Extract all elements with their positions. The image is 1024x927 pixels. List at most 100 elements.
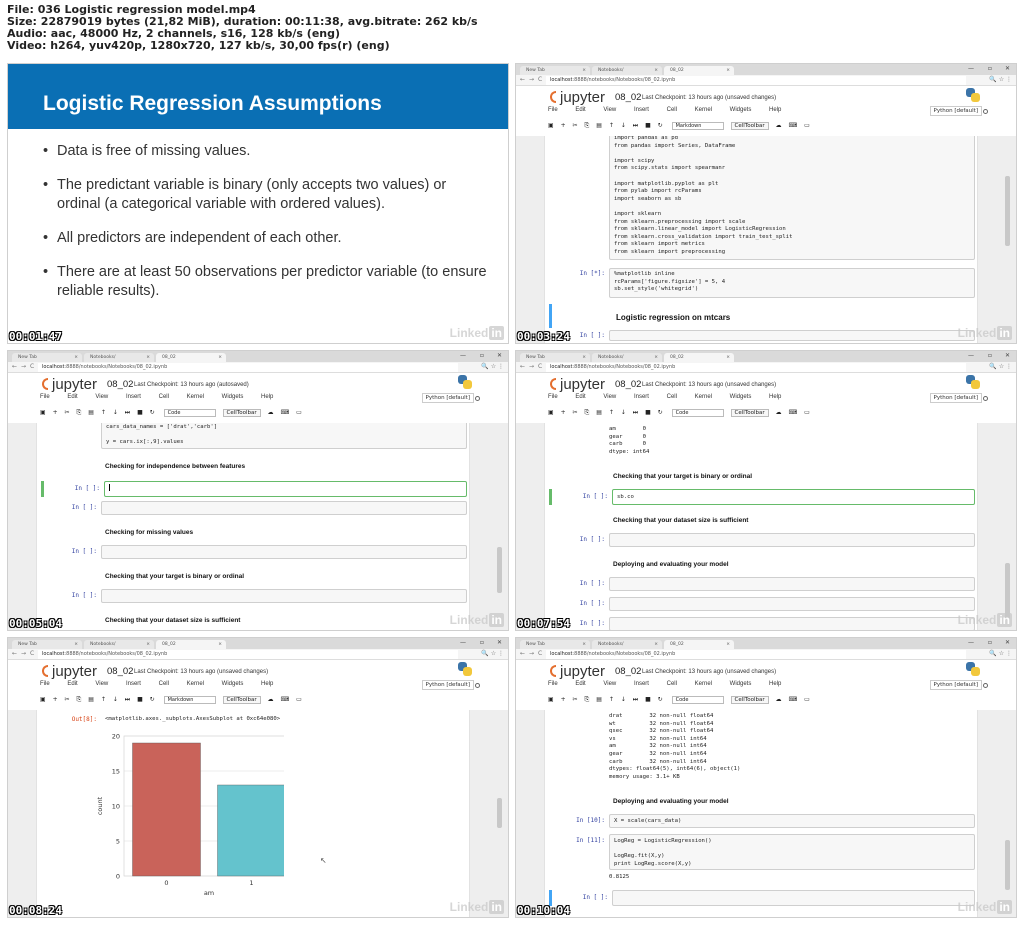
close-window-button[interactable]: ✕ — [1005, 352, 1010, 359]
code-input[interactable] — [609, 577, 975, 591]
menu-edit[interactable]: Edit — [575, 681, 585, 687]
code-cell[interactable]: In [ ]: — [549, 597, 975, 611]
back-icon[interactable]: ← — [520, 650, 525, 657]
scrollbar-thumb[interactable] — [1005, 176, 1010, 246]
restart-icon[interactable]: ↻ — [658, 696, 663, 703]
keyboard-icon[interactable]: ⌨ — [788, 409, 797, 416]
code-cell[interactable]: In [ ]: — [41, 589, 467, 603]
minimize-button[interactable]: — — [968, 352, 974, 359]
paste-icon[interactable]: ▤ — [88, 409, 94, 416]
copy-icon[interactable]: ⎘ — [585, 696, 590, 704]
menu-insert[interactable]: Insert — [126, 394, 141, 400]
code-cell-selected[interactable]: In [ ]: sb.co — [549, 489, 975, 505]
browser-tab-active[interactable]: 08_02 × — [156, 353, 226, 362]
menu-edit[interactable]: Edit — [67, 681, 77, 687]
forward-icon[interactable]: → — [21, 363, 26, 370]
up-icon[interactable]: ↑ — [101, 409, 106, 416]
celltoolbar-button[interactable]: CellToolbar — [222, 696, 261, 704]
save-icon[interactable]: ▣ — [40, 409, 46, 416]
present-icon[interactable]: ▭ — [804, 409, 810, 416]
url-input[interactable]: localhost:8888/notebooks/Notebooks/08_02… — [546, 76, 966, 85]
code-input[interactable]: import pandas as pd from pandas import S… — [609, 136, 975, 260]
plus-icon[interactable]: + — [53, 696, 58, 703]
cut-icon[interactable]: ✂ — [65, 696, 70, 703]
scrollbar-thumb[interactable] — [1005, 840, 1010, 890]
menu-insert[interactable]: Insert — [126, 681, 141, 687]
keyboard-icon[interactable]: ⌨ — [788, 122, 797, 129]
cut-icon[interactable]: ✂ — [573, 409, 578, 416]
menu-cell[interactable]: Cell — [667, 394, 677, 400]
menu-insert[interactable]: Insert — [634, 394, 649, 400]
code-input[interactable]: %matplotlib inline rcParams['figure.figs… — [609, 268, 975, 298]
code-input[interactable]: cars_data_names = ['drat','carb'] y = ca… — [101, 423, 467, 449]
keyboard-icon[interactable]: ⌨ — [788, 696, 797, 703]
present-icon[interactable]: ▭ — [804, 696, 810, 703]
down-icon[interactable]: ↓ — [621, 122, 626, 129]
down-icon[interactable]: ↓ — [621, 409, 626, 416]
browser-tab[interactable]: Notebooks/× — [592, 353, 662, 362]
stop-icon[interactable]: ■ — [137, 409, 143, 416]
browser-tab[interactable]: Notebooks/× — [84, 353, 154, 362]
menu-cell[interactable]: Cell — [667, 681, 677, 687]
jupyter-brand[interactable]: jupyter — [52, 663, 97, 680]
keyboard-icon[interactable]: ⌨ — [280, 409, 289, 416]
menu-view[interactable]: View — [603, 107, 616, 113]
down-icon[interactable]: ↓ — [621, 696, 626, 703]
close-window-button[interactable]: ✕ — [1005, 639, 1010, 646]
code-cell[interactable]: In [ ]: — [41, 545, 467, 559]
code-cell[interactable]: In [ ]: — [549, 533, 975, 547]
markdown-cell[interactable]: Checking that your dataset size is suffi… — [41, 617, 467, 629]
jupyter-brand[interactable]: jupyter — [560, 663, 605, 680]
menu-kernel[interactable]: Kernel — [695, 681, 712, 687]
forward-icon[interactable]: → — [21, 650, 26, 657]
step-icon[interactable]: ⏭ — [633, 696, 638, 704]
stop-icon[interactable]: ■ — [137, 696, 143, 703]
menu-kernel[interactable]: Kernel — [187, 681, 204, 687]
menu-file[interactable]: File — [548, 394, 558, 400]
restart-icon[interactable]: ↻ — [658, 122, 663, 129]
menu-file[interactable]: File — [548, 107, 558, 113]
jupyter-brand[interactable]: jupyter — [52, 376, 97, 393]
notebook-name[interactable]: 08_02 — [107, 379, 133, 390]
maximize-button[interactable]: ▫ — [480, 352, 484, 359]
menu-help[interactable]: Help — [769, 107, 781, 113]
menu-view[interactable]: View — [603, 394, 616, 400]
save-icon[interactable]: ▣ — [548, 409, 554, 416]
menu-cell[interactable]: Cell — [159, 394, 169, 400]
code-input[interactable] — [104, 481, 467, 497]
down-icon[interactable]: ↓ — [113, 409, 118, 416]
menu-kernel[interactable]: Kernel — [695, 394, 712, 400]
markdown-cell[interactable]: Deploying and evaluating your model — [549, 561, 975, 573]
menu-kernel[interactable]: Kernel — [695, 107, 712, 113]
present-icon[interactable]: ▭ — [804, 122, 810, 129]
menu-widgets[interactable]: Widgets — [730, 681, 752, 687]
code-cell[interactable]: In [11]: LogReg = LogisticRegression() L… — [549, 834, 975, 870]
menu-cell[interactable]: Cell — [667, 107, 677, 113]
url-input[interactable]: localhost:8888/notebooks/Notebooks/08_02… — [546, 650, 966, 659]
browser-tab[interactable]: Notebooks/× — [592, 66, 662, 75]
menu-cell[interactable]: Cell — [159, 681, 169, 687]
browser-tab-active[interactable]: 08_02 × — [156, 640, 226, 649]
menu-widgets[interactable]: Widgets — [222, 681, 244, 687]
browser-menu-icon[interactable]: 🔍 ☆ ⋮ — [989, 76, 1012, 83]
copy-icon[interactable]: ⎘ — [585, 409, 590, 417]
maximize-button[interactable]: ▫ — [988, 352, 992, 359]
keyboard-icon[interactable]: ⌨ — [280, 696, 289, 703]
paste-icon[interactable]: ▤ — [88, 696, 94, 703]
markdown-cell[interactable]: Logistic regression on mtcars — [549, 304, 975, 328]
browser-menu-icon[interactable]: 🔍 ☆ ⋮ — [989, 363, 1012, 370]
reload-icon[interactable]: C — [30, 363, 34, 370]
markdown-cell[interactable]: Checking for independence between featur… — [41, 463, 467, 475]
menu-help[interactable]: Help — [769, 681, 781, 687]
minimize-button[interactable]: — — [968, 65, 974, 72]
close-window-button[interactable]: ✕ — [497, 639, 502, 646]
celltoolbar-button[interactable]: CellToolbar — [730, 696, 769, 704]
notebook-name[interactable]: 08_02 — [615, 92, 641, 103]
code-cell[interactable]: In [ ]: — [549, 577, 975, 591]
notebook-name[interactable]: 08_02 — [615, 666, 641, 677]
copy-icon[interactable]: ⎘ — [77, 409, 82, 417]
stop-icon[interactable]: ■ — [645, 122, 651, 129]
code-cell[interactable]: In [ ]: — [549, 330, 975, 342]
plus-icon[interactable]: + — [561, 696, 566, 703]
plus-icon[interactable]: + — [53, 409, 58, 416]
